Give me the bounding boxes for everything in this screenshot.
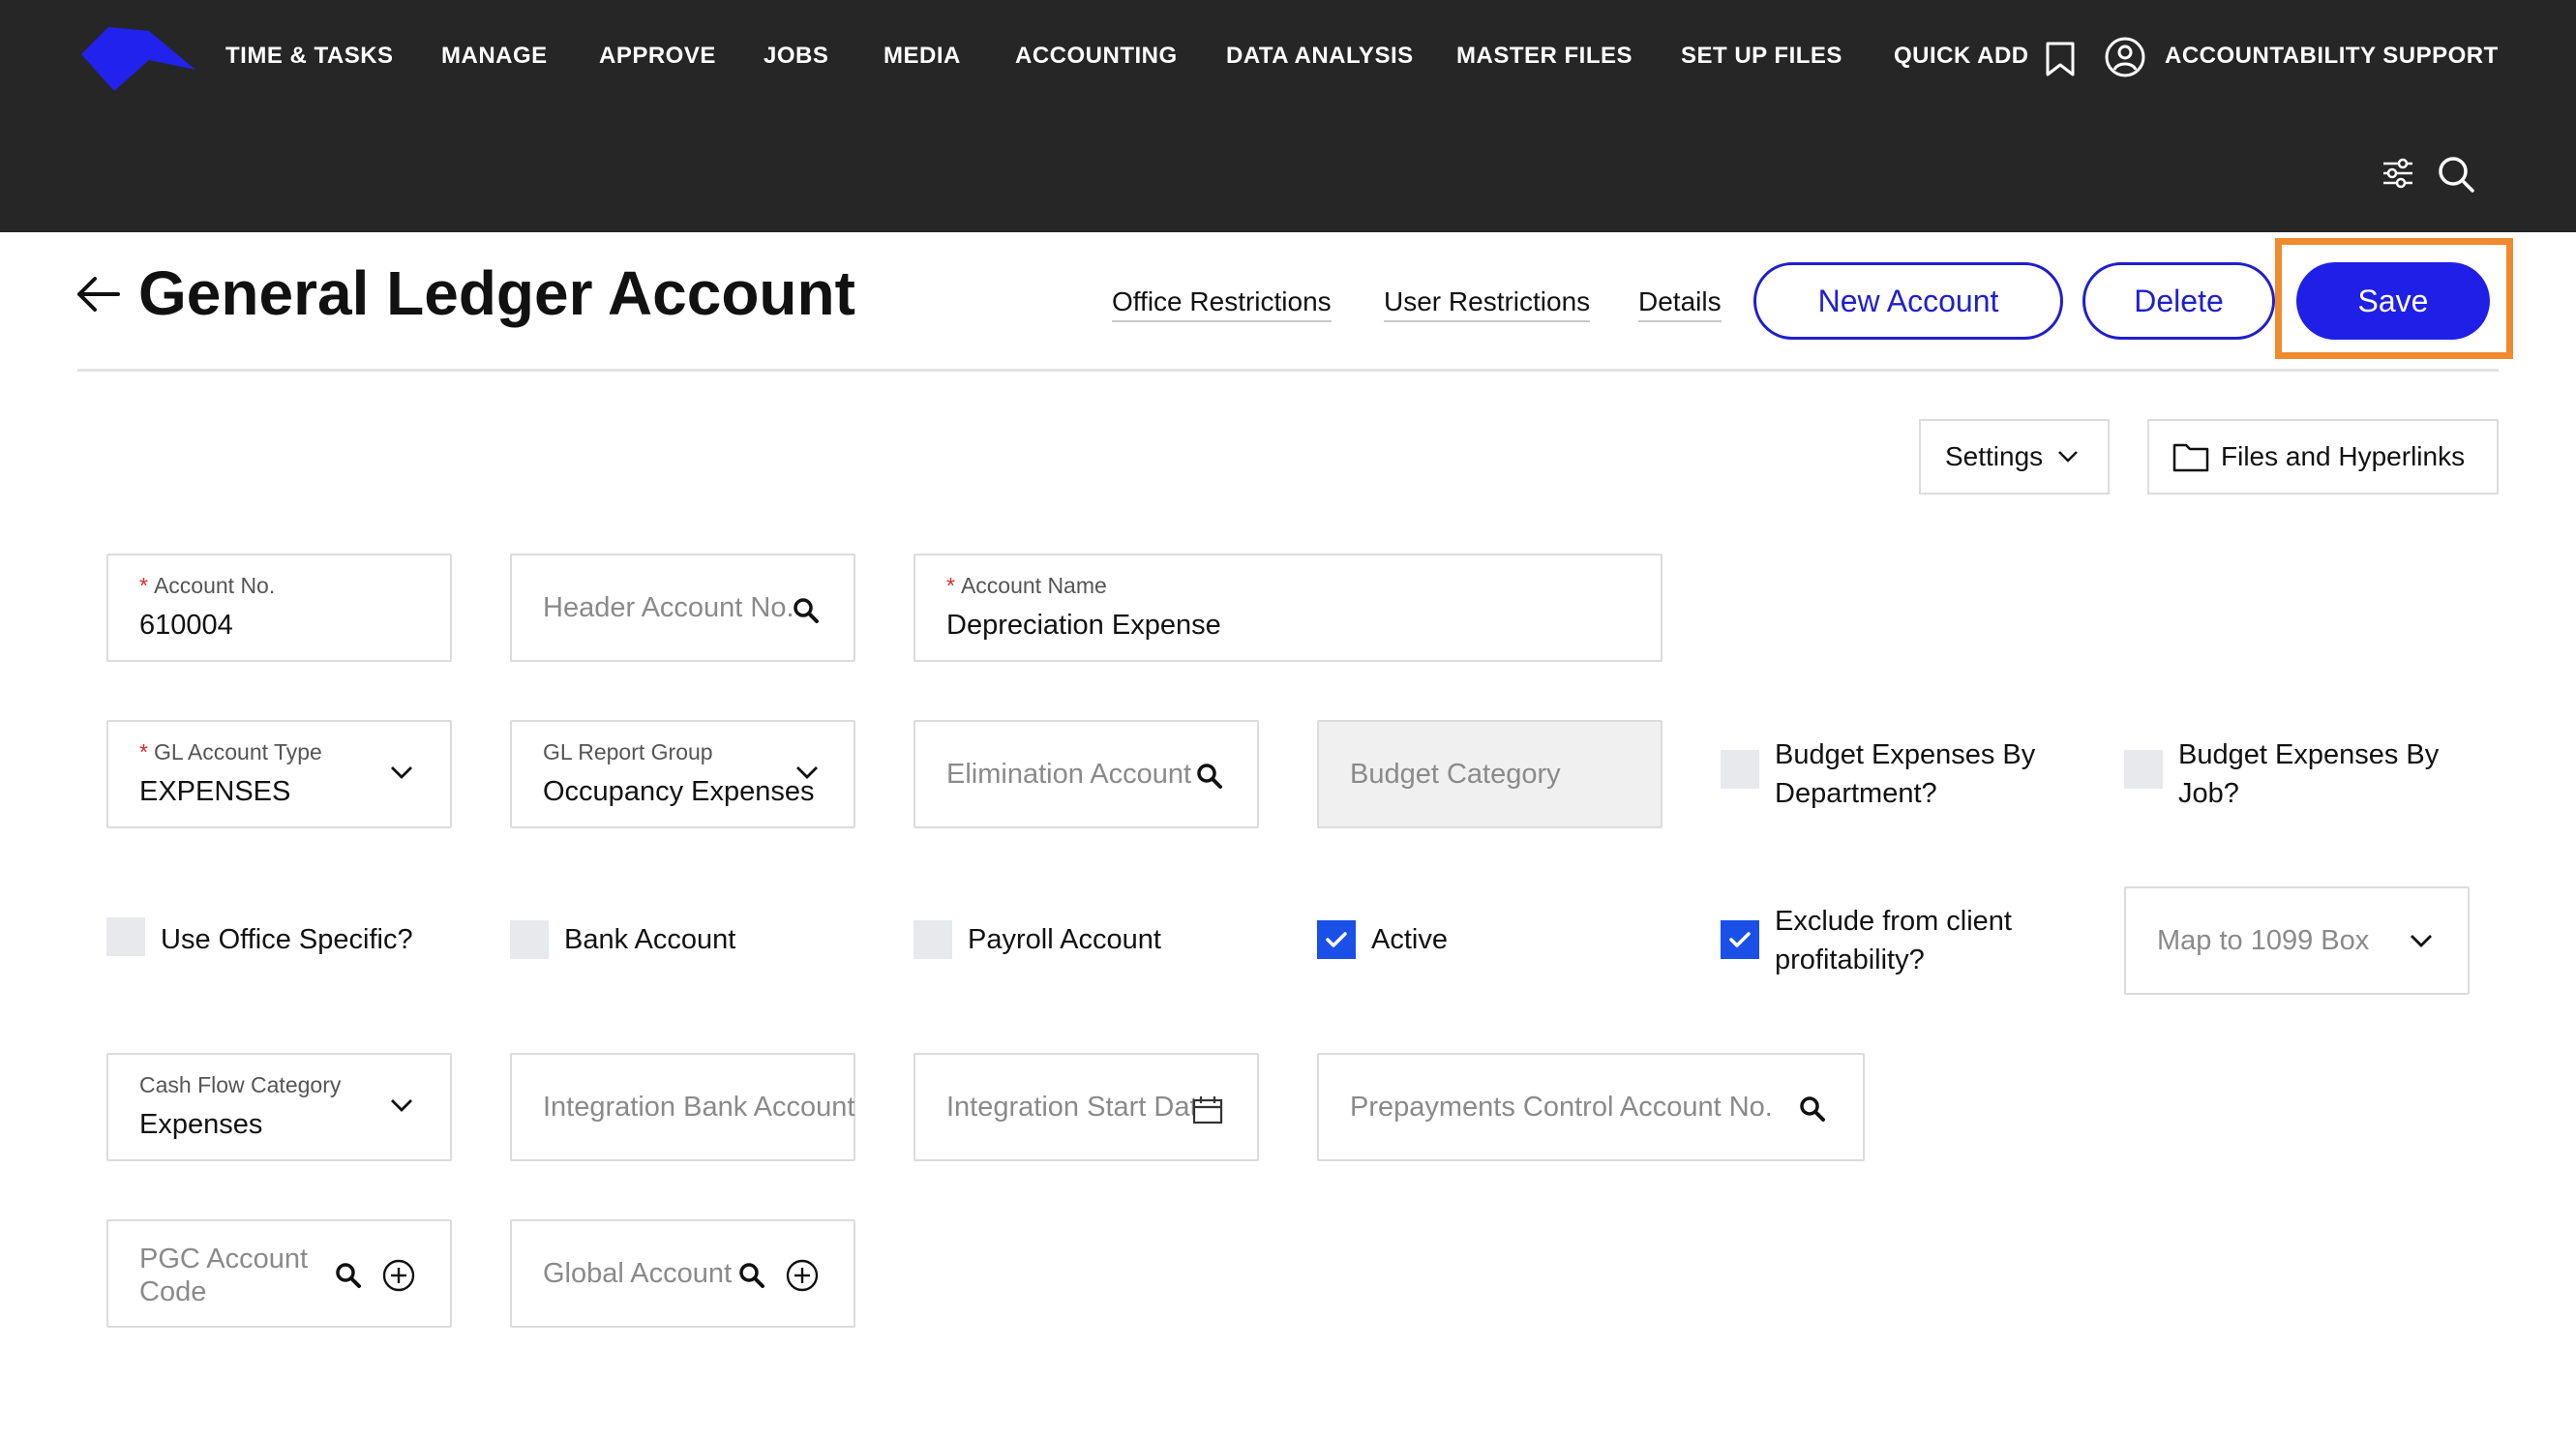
nav-data-analysis[interactable]: DATA ANALYSIS	[1226, 43, 1414, 70]
budget-by-department-label: Budget Expenses By Department?	[1775, 739, 2036, 809]
payroll-account-label: Payroll Account	[968, 924, 1161, 955]
nav-jobs[interactable]: JOBS	[764, 43, 828, 70]
exclude-client-profitability-label: Exclude from client profitability?	[1775, 906, 2012, 975]
delete-button[interactable]: Delete	[2082, 262, 2275, 340]
add-circle-icon[interactable]	[382, 1259, 415, 1292]
account-no-value: 610004	[139, 610, 233, 641]
budget-category-placeholder: Budget Category	[1350, 759, 1561, 790]
settings-label: Settings	[1945, 441, 2044, 471]
search-icon[interactable]	[738, 1262, 765, 1289]
use-office-specific-label: Use Office Specific?	[161, 924, 413, 955]
new-account-button[interactable]: New Account	[1753, 262, 2063, 340]
back-arrow-icon[interactable]	[75, 275, 122, 314]
user-menu[interactable]: ACCOUNTABILITY SUPPORT	[2165, 43, 2499, 70]
filter-sliders-icon[interactable]	[2381, 157, 2414, 190]
page-title: General Ledger Account	[138, 258, 855, 328]
account-no-label: * Account No.	[139, 573, 276, 598]
gl-report-group-label: GL Report Group	[543, 739, 713, 764]
active-label: Active	[1371, 924, 1448, 955]
bank-account-checkbox[interactable]	[510, 920, 549, 959]
tab-user-restrictions[interactable]: User Restrictions	[1384, 286, 1591, 322]
gl-account-type-select[interactable]: * GL Account Type EXPENSES	[106, 720, 452, 828]
cash-flow-category-select[interactable]: Cash Flow Category Expenses	[106, 1053, 452, 1161]
header-account-no-field[interactable]: Header Account No.	[510, 554, 855, 662]
company-logo[interactable]	[81, 27, 195, 91]
gl-account-type-value: EXPENSES	[139, 776, 291, 807]
chevron-down-icon	[796, 766, 818, 779]
prepayments-control-account-field[interactable]: Prepayments Control Account No.	[1317, 1053, 1865, 1161]
folder-icon	[2172, 443, 2209, 472]
search-icon[interactable]	[335, 1262, 362, 1289]
checkmark-icon	[1729, 932, 1751, 947]
elimination-account-field[interactable]: Elimination Account	[914, 720, 1259, 828]
budget-by-job-checkbox[interactable]	[2124, 750, 2163, 789]
cash-flow-category-label: Cash Flow Category	[139, 1072, 342, 1097]
budget-category-field: Budget Category	[1317, 720, 1662, 828]
active-checkbox[interactable]	[1317, 920, 1356, 959]
nav-accounting[interactable]: ACCOUNTING	[1015, 43, 1178, 70]
chevron-down-icon	[2411, 935, 2432, 947]
nav-quick-add[interactable]: QUICK ADD	[1894, 43, 2029, 70]
gl-report-group-select[interactable]: GL Report Group Occupancy Expenses	[510, 720, 855, 828]
settings-dropdown[interactable]: Settings	[1919, 419, 2110, 495]
gl-account-type-label: * GL Account Type	[139, 739, 322, 764]
calendar-icon[interactable]	[1192, 1095, 1223, 1124]
pgc-account-code-field[interactable]: PGC Account Code	[106, 1219, 452, 1328]
budget-by-department-checkbox[interactable]	[1721, 750, 1759, 789]
global-account-placeholder: Global Account	[543, 1258, 733, 1289]
account-name-label: * Account Name	[946, 573, 1107, 598]
nav-time-tasks[interactable]: TIME & TASKS	[225, 43, 394, 70]
integration-bank-account-field[interactable]: Integration Bank Account	[510, 1053, 855, 1161]
account-name-field[interactable]: * Account Name Depreciation Expense	[914, 554, 1662, 662]
elimination-account-placeholder: Elimination Account	[946, 759, 1192, 790]
search-icon[interactable]	[2437, 155, 2475, 194]
integration-bank-account-placeholder: Integration Bank Account	[543, 1092, 855, 1123]
pgc-account-code-placeholder: PGC Account Code	[139, 1244, 309, 1307]
bank-account-label: Bank Account	[564, 924, 736, 955]
nav-media[interactable]: MEDIA	[884, 43, 961, 70]
files-hyperlinks-button[interactable]: Files and Hyperlinks	[2147, 419, 2499, 495]
chevron-down-icon	[2058, 451, 2079, 463]
exclude-client-profitability-checkbox[interactable]	[1721, 920, 1759, 959]
nav-manage[interactable]: MANAGE	[441, 43, 548, 70]
tab-details[interactable]: Details	[1638, 286, 1722, 322]
global-account-field[interactable]: Global Account	[510, 1219, 855, 1328]
top-navigation-bar: TIME & TASKS MANAGE APPROVE JOBS MEDIA A…	[0, 0, 2576, 232]
nav-master-files[interactable]: MASTER FILES	[1456, 43, 1632, 70]
chevron-down-icon	[391, 766, 412, 779]
files-hyperlinks-label: Files and Hyperlinks	[2221, 441, 2466, 471]
tab-office-restrictions[interactable]: Office Restrictions	[1112, 286, 1332, 322]
gl-report-group-value: Occupancy Expenses	[543, 776, 815, 807]
nav-set-up-files[interactable]: SET UP FILES	[1681, 43, 1842, 70]
cash-flow-category-value: Expenses	[139, 1109, 263, 1140]
account-name-value: Depreciation Expense	[946, 610, 1221, 641]
add-circle-icon[interactable]	[786, 1259, 819, 1292]
map-1099-box-placeholder: Map to 1099 Box	[2157, 925, 2370, 956]
search-icon[interactable]	[1196, 763, 1223, 790]
payroll-account-checkbox[interactable]	[914, 920, 952, 959]
prepayments-control-account-placeholder: Prepayments Control Account No.	[1350, 1092, 1773, 1123]
use-office-specific-checkbox[interactable]	[106, 917, 145, 956]
save-button[interactable]: Save	[2296, 262, 2490, 340]
checkmark-icon	[1326, 932, 1347, 947]
search-icon[interactable]	[793, 597, 820, 624]
map-1099-box-select[interactable]: Map to 1099 Box	[2124, 886, 2470, 995]
header-divider	[77, 369, 2499, 372]
user-avatar-icon[interactable]	[2105, 37, 2145, 77]
chevron-down-icon	[391, 1099, 412, 1112]
search-icon[interactable]	[1799, 1095, 1826, 1123]
integration-start-date-field[interactable]: Integration Start Date	[914, 1053, 1259, 1161]
bookmark-icon[interactable]	[2045, 41, 2076, 77]
header-account-no-placeholder: Header Account No.	[543, 592, 794, 623]
budget-by-job-label: Budget Expenses By Job?	[2178, 739, 2440, 809]
account-no-field[interactable]: * Account No. 610004	[106, 554, 452, 662]
nav-approve[interactable]: APPROVE	[599, 43, 716, 70]
